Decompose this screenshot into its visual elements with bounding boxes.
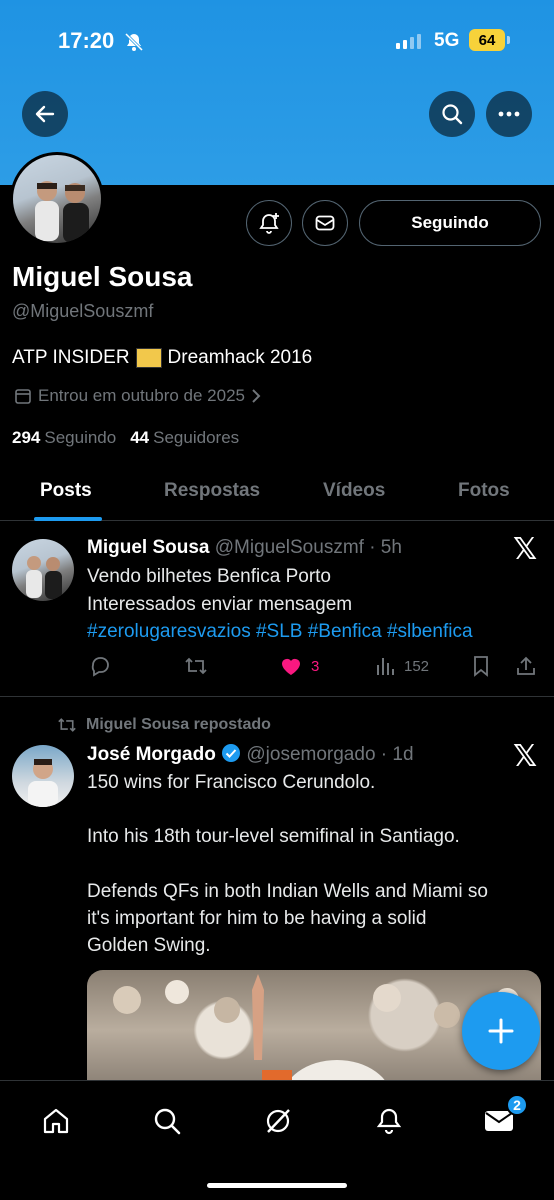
reply-icon [91, 657, 109, 677]
bookmark-button[interactable] [471, 655, 491, 677]
tab-videos[interactable]: Vídeos [323, 480, 385, 502]
followers-count[interactable]: 44 Seguidores [130, 428, 239, 448]
repost-button[interactable] [184, 655, 208, 677]
status-bar: 17:20 5G 64 [0, 0, 554, 86]
more-button[interactable] [486, 91, 532, 137]
nav-grok[interactable] [258, 1101, 298, 1141]
search-icon [154, 1108, 181, 1135]
mail-icon [315, 215, 335, 231]
notifications-icon [376, 1108, 402, 1135]
search-button[interactable] [429, 91, 475, 137]
home-icon [43, 1108, 69, 1134]
active-tab-indicator [34, 517, 102, 521]
bio-suffix: Dreamhack 2016 [167, 347, 313, 368]
x-logo-icon: 𝕏 [513, 740, 538, 773]
bell-plus-icon [259, 213, 279, 234]
bottom-navigation [0, 1080, 554, 1200]
like-count: 3 [311, 657, 320, 675]
messages-badge: 2 [506, 1094, 528, 1116]
following-count[interactable]: 294 Seguindo [12, 428, 116, 448]
tweet-handle-time: @MiguelSouszmf · 5h [214, 537, 402, 558]
tweet-author-name[interactable]: José Morgado [87, 744, 216, 765]
nav-search[interactable] [147, 1101, 187, 1141]
views-count: 152 [404, 657, 430, 675]
tweet-hashtags[interactable]: #zerolugaresvazios #SLB #Benfica #slbenf… [87, 621, 473, 643]
tweet-avatar[interactable] [12, 745, 74, 807]
follow-counts: 294 Seguindo 44 Seguidores [12, 428, 239, 448]
tweet-header: Miguel Sousa @MiguelSouszmf · 5h [87, 537, 402, 559]
tweet-text-line: Interessados enviar mensagem [87, 594, 353, 615]
avatar-photo [35, 181, 89, 243]
views-icon [377, 658, 394, 675]
bio-prefix: ATP INSIDER [12, 347, 130, 368]
battery-tip [507, 36, 510, 44]
search-icon [442, 104, 463, 125]
x-logo-icon: 𝕏 [513, 533, 538, 566]
repost-label: Miguel Sousa repostado [56, 716, 271, 734]
network-type: 5G [434, 30, 460, 51]
status-time: 17:20 [58, 28, 115, 53]
share-icon [517, 656, 535, 675]
heart-icon [282, 658, 300, 675]
chevron-right-icon [252, 389, 261, 403]
like-button[interactable]: 3 [279, 655, 319, 677]
bell-off-icon [124, 32, 144, 52]
profile-name: Miguel Sousa [12, 261, 193, 292]
views-button[interactable]: 152 [374, 655, 429, 677]
tweet-author-name[interactable]: Miguel Sousa [87, 537, 209, 558]
plus-icon [488, 1018, 514, 1044]
back-button[interactable] [22, 91, 68, 137]
tweet-text-line: Defends QFs in both Indian Wells and Mia… [87, 881, 488, 902]
tweet-divider [0, 696, 554, 697]
bookmark-icon [474, 656, 488, 677]
tweet-handle-time: @josemorgado · 1d [246, 744, 414, 765]
profile-tabs: Posts Respostas Vídeos Fotos [0, 466, 554, 521]
profile-avatar[interactable] [10, 152, 104, 246]
profile-bio: ATP INSIDER Dreamhack 2016 [12, 347, 312, 369]
tab-posts[interactable]: Posts [40, 480, 92, 502]
share-button[interactable] [515, 655, 537, 677]
notify-button[interactable] [246, 200, 292, 246]
nav-notifications[interactable] [369, 1101, 409, 1141]
grok-icon [266, 1109, 290, 1133]
profile-handle: @MiguelSouszmf [12, 301, 154, 321]
tweet-text-line: Into his 18th tour-level semifinal in Sa… [87, 826, 460, 847]
back-arrow-icon [35, 105, 55, 123]
tweet-avatar[interactable] [12, 539, 74, 601]
repost-icon [58, 718, 76, 732]
tab-replies[interactable]: Respostas [164, 480, 260, 502]
joined-text: Entrou em outubro de 2025 [38, 386, 245, 405]
home-indicator [207, 1183, 347, 1188]
joined-date[interactable]: Entrou em outubro de 2025 [14, 386, 261, 406]
tweet-text-line: it's important for him to be having a so… [87, 908, 427, 929]
tweet-text-line: Vendo bilhetes Benfica Porto [87, 566, 332, 587]
signal-icon [396, 33, 421, 49]
tab-photos[interactable]: Fotos [458, 480, 510, 502]
tweet-text-line: Golden Swing. [87, 935, 211, 956]
clapperboard-emoji [135, 348, 162, 368]
tweet-text-line: 150 wins for Francisco Cerundolo. [87, 772, 376, 793]
following-button[interactable]: Seguindo [359, 200, 541, 246]
message-button[interactable] [302, 200, 348, 246]
compose-button[interactable] [462, 992, 540, 1070]
more-icon [498, 111, 520, 117]
battery-level: 64 [469, 29, 505, 51]
calendar-icon [15, 389, 31, 404]
verified-icon [222, 744, 241, 762]
reply-button[interactable] [89, 655, 111, 677]
repost-icon [185, 657, 207, 675]
tweet-header: José Morgado @josemorgado · 1d [87, 743, 414, 766]
nav-home[interactable] [36, 1101, 76, 1141]
